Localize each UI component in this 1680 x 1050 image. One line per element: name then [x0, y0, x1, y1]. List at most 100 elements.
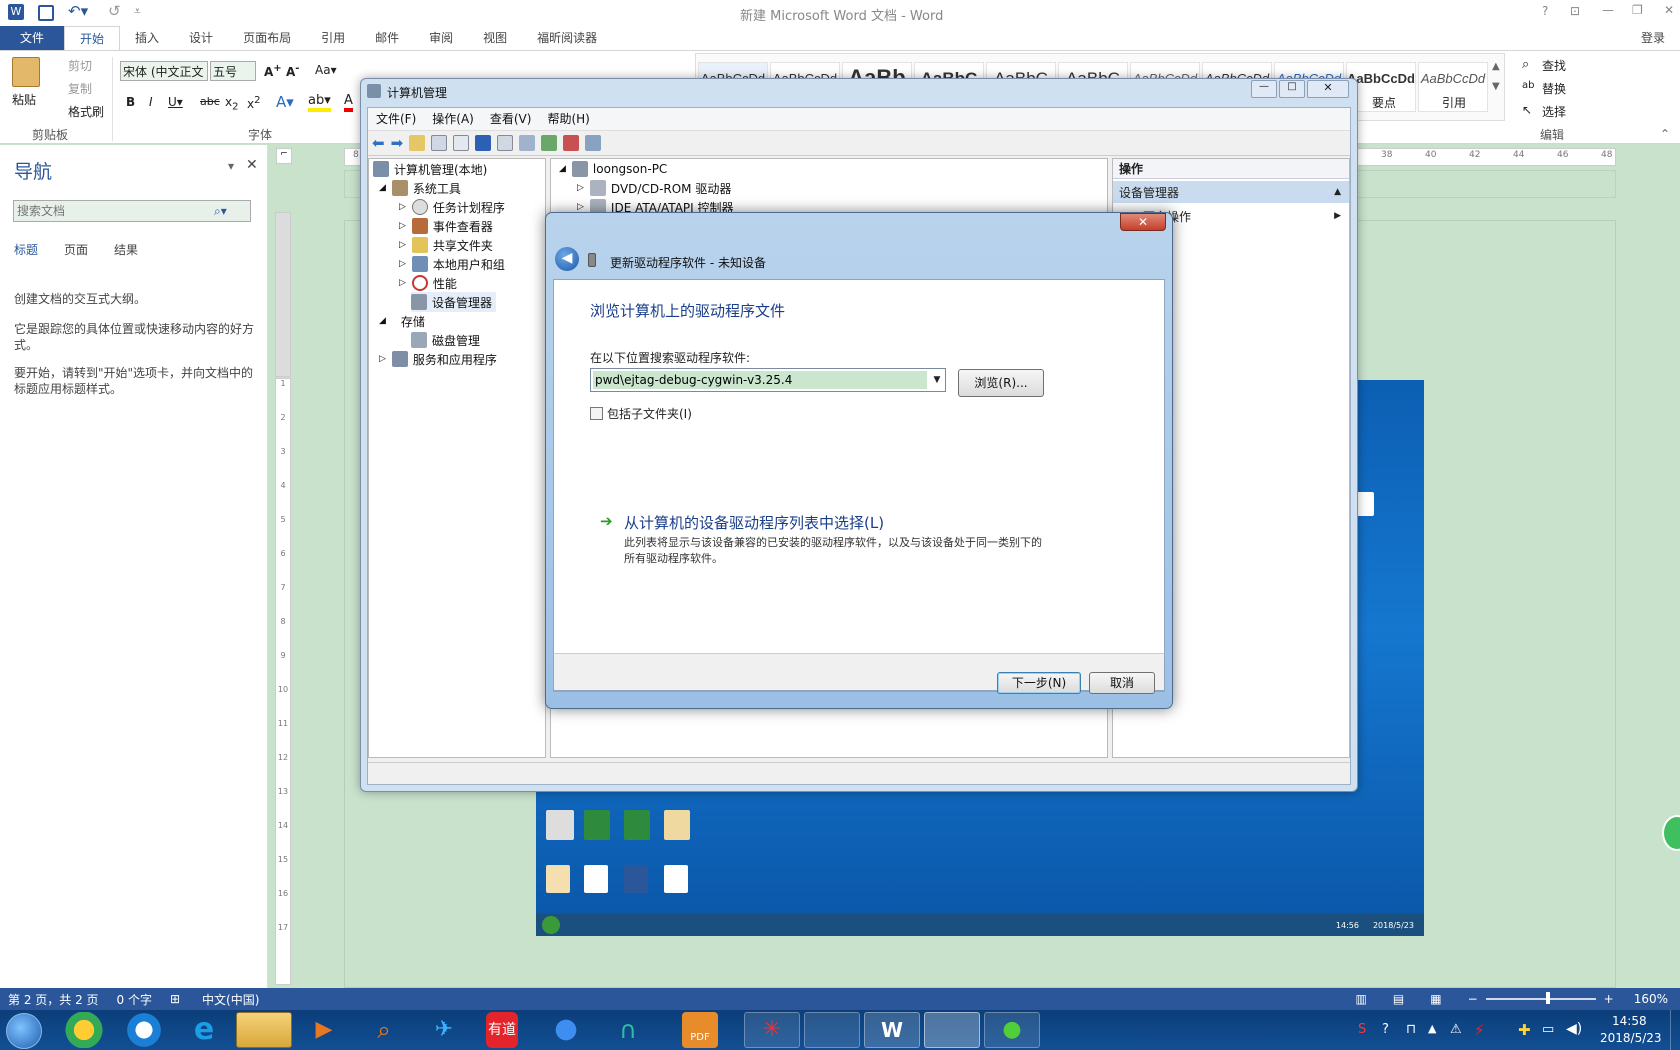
nav-options-icon[interactable]: ▾ — [228, 159, 234, 173]
tree-task-scheduler[interactable]: ▷ 任务计划程序 — [399, 197, 505, 217]
replace-icon[interactable]: ab — [1522, 80, 1534, 91]
tree-performance[interactable]: ▷ 性能 — [399, 273, 457, 293]
tree-device-manager[interactable]: 设备管理器 — [411, 292, 497, 312]
redo-icon[interactable]: ↺ — [108, 2, 121, 20]
back-button-icon[interactable]: ◀ — [555, 247, 579, 271]
vertical-ruler[interactable]: 1 2 3 4 5 6 7 8 9 10 11 12 13 14 15 16 1… — [275, 378, 291, 985]
tray-volume-icon[interactable]: ◀) — [1566, 1021, 1582, 1037]
qat-customize-icon[interactable]: ⩡ — [134, 4, 141, 19]
tab-file[interactable]: 文件 — [0, 26, 65, 50]
export-list-icon[interactable] — [453, 135, 470, 151]
cm-menu-help[interactable]: 帮助(H) — [539, 108, 597, 130]
tab-insert[interactable]: 插入 — [120, 26, 174, 50]
font-color-icon[interactable]: A — [344, 93, 353, 112]
minimize-icon[interactable]: — — [1602, 3, 1614, 17]
clock-time[interactable]: 14:58 — [1612, 1014, 1647, 1028]
format-painter-button[interactable]: 格式刷 — [68, 103, 104, 120]
tab-view[interactable]: 视图 — [468, 26, 522, 50]
include-subfolders-checkbox[interactable] — [590, 407, 603, 420]
save-icon[interactable] — [38, 5, 54, 21]
word-count[interactable]: 0 个字 — [117, 991, 152, 1008]
zoom-slider[interactable] — [1485, 992, 1596, 1004]
taskbar-search-app-icon[interactable]: ⌕ — [356, 1012, 412, 1048]
nav-tab-pages[interactable]: 页面 — [64, 241, 88, 258]
tray-antivirus-icon[interactable]: ⚡ — [1474, 1021, 1485, 1039]
nav-tab-results[interactable]: 结果 — [114, 241, 138, 258]
tree-services[interactable]: ▷ 服务和应用程序 — [379, 349, 497, 369]
collapse-up-icon[interactable]: ▲ — [1334, 187, 1341, 197]
taskbar-snipping-icon[interactable] — [804, 1012, 860, 1048]
actions-device-manager[interactable]: 设备管理器 ▲ — [1113, 181, 1349, 203]
nav-search-input[interactable] — [14, 204, 214, 218]
grow-font-icon[interactable]: A+ — [264, 63, 282, 79]
taskbar-explorer-icon[interactable] — [236, 1012, 292, 1048]
close-icon[interactable]: ✕ — [1664, 3, 1674, 17]
clock-date[interactable]: 2018/5/23 — [1600, 1031, 1662, 1045]
floating-widget-icon[interactable] — [1662, 815, 1680, 851]
tab-foxit[interactable]: 福昕阅读器 — [522, 26, 612, 50]
tree-local-users[interactable]: ▷ 本地用户和组 — [399, 254, 505, 274]
tree-system-tools[interactable]: ◢ 系统工具 — [379, 178, 461, 198]
select-button[interactable]: 选择 — [1542, 103, 1566, 120]
strikethrough-icon[interactable]: abc — [200, 95, 220, 108]
tab-review[interactable]: 审阅 — [414, 26, 468, 50]
font-size-select[interactable]: 五号 — [210, 61, 256, 81]
tray-network-icon[interactable]: ▭ — [1542, 1022, 1554, 1037]
driver-path-input[interactable] — [593, 371, 927, 389]
pick-from-list-link[interactable]: 从计算机的设备驱动程序列表中选择(L) — [624, 512, 884, 533]
taskbar-word-icon[interactable]: W — [864, 1012, 920, 1048]
scan-hardware-icon[interactable] — [519, 135, 536, 151]
web-layout-icon[interactable]: ▦ — [1430, 992, 1441, 1006]
tab-layout[interactable]: 页面布局 — [228, 26, 306, 50]
zoom-thumb[interactable] — [1545, 992, 1550, 1004]
next-button[interactable]: 下一步(N) — [997, 672, 1081, 694]
sign-in-link[interactable]: 登录 — [1626, 26, 1680, 50]
taskbar-ie-icon[interactable]: e — [176, 1012, 232, 1048]
zoom-in-icon[interactable]: + — [1604, 992, 1614, 1006]
copy-button[interactable]: 复制 — [68, 80, 92, 97]
tray-notification-icon[interactable]: ⚠ — [1450, 1022, 1462, 1037]
tab-references[interactable]: 引用 — [306, 26, 360, 50]
paste-icon[interactable] — [12, 57, 40, 87]
restore-icon[interactable]: ❐ — [1632, 3, 1643, 17]
cm-menu-file[interactable]: 文件(F) — [368, 108, 424, 130]
cm-close-icon[interactable]: ✕ — [1307, 80, 1349, 98]
cancel-button[interactable]: 取消 — [1089, 672, 1155, 694]
find-button[interactable]: 查找 — [1542, 57, 1566, 74]
find-icon[interactable]: ⌕ — [1522, 57, 1529, 72]
help-book-icon[interactable] — [475, 135, 492, 151]
update-driver-icon[interactable] — [541, 135, 558, 151]
taskbar-feather-icon[interactable]: ✈ — [416, 1012, 472, 1048]
combobox-dropdown-icon[interactable]: ▼ — [929, 375, 945, 385]
dialog-close-icon[interactable]: ✕ — [1120, 213, 1166, 231]
nav-search-box[interactable]: ⌕▾ — [13, 200, 251, 222]
taskbar-browser-icon[interactable] — [116, 1012, 172, 1048]
cm-minimize-icon[interactable]: — — [1251, 80, 1277, 98]
expand-arrow-icon[interactable]: ◢ — [379, 183, 386, 193]
up-folder-icon[interactable] — [409, 135, 426, 151]
tray-help-icon[interactable]: ? — [1382, 1022, 1389, 1037]
tray-addin-icon[interactable]: ✚ — [1518, 1021, 1531, 1039]
tray-show-hidden-icon[interactable]: ▲ — [1428, 1022, 1436, 1035]
print-layout-icon[interactable]: ▤ — [1393, 992, 1404, 1006]
zoom-out-icon[interactable]: − — [1468, 992, 1478, 1006]
start-button-icon[interactable] — [6, 1013, 42, 1049]
taskbar-baidu-netdisk-icon[interactable] — [548, 1012, 584, 1048]
taskbar-media-icon[interactable]: ▶ — [296, 1012, 352, 1048]
bold-icon[interactable]: B — [126, 95, 135, 109]
cut-button[interactable]: 剪切 — [68, 57, 92, 74]
tray-sogou-icon[interactable]: S — [1358, 1022, 1366, 1037]
tab-design[interactable]: 设计 — [174, 26, 228, 50]
replace-button[interactable]: 替换 — [1542, 80, 1566, 97]
read-mode-icon[interactable]: ▥ — [1356, 992, 1367, 1006]
taskbar-colorful-app-icon[interactable] — [56, 1012, 112, 1048]
taskbar-headphone-app-icon[interactable]: ∩ — [610, 1012, 646, 1048]
taskbar-youdao-icon[interactable]: 有道 — [486, 1012, 518, 1048]
back-arrow-icon[interactable]: ⬅ — [372, 134, 385, 152]
nav-close-icon[interactable]: ✕ — [246, 157, 258, 173]
cm-maximize-icon[interactable]: □ — [1279, 80, 1305, 98]
show-hide-tree-icon[interactable] — [431, 135, 448, 151]
taskbar-computer-management-icon[interactable] — [924, 1012, 980, 1048]
tray-device-icon[interactable]: ⊓ — [1406, 1022, 1416, 1037]
subscript-icon[interactable]: x2 — [225, 95, 238, 112]
